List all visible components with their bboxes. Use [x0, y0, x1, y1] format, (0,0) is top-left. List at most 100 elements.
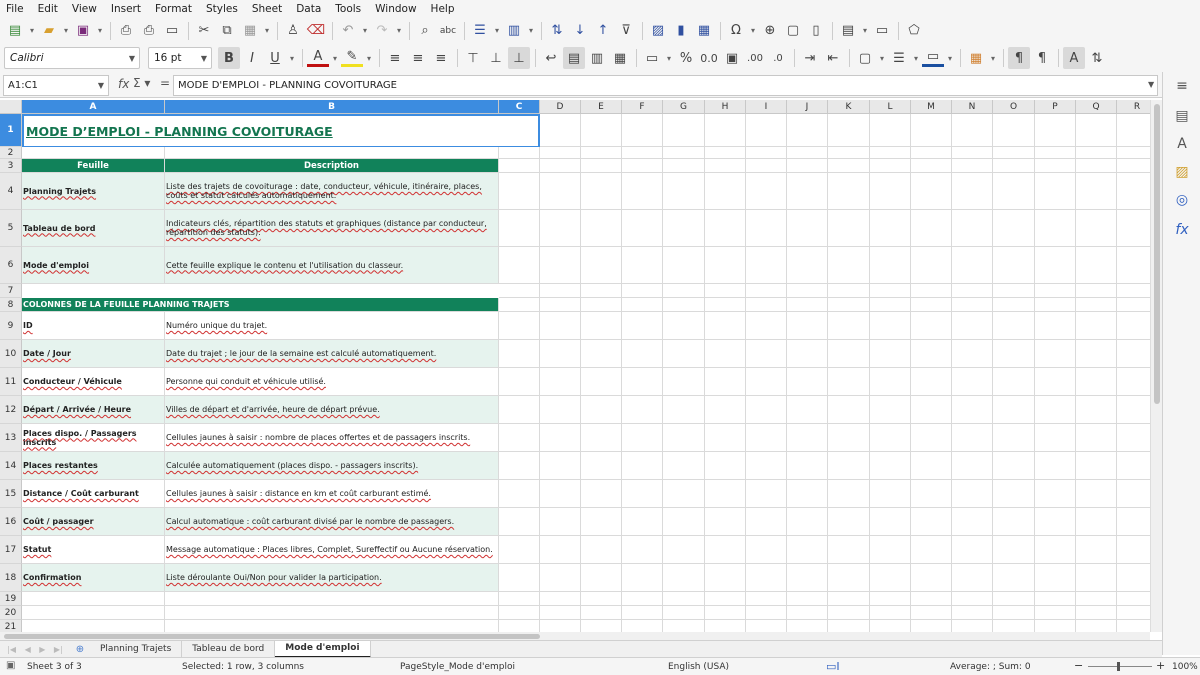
section-header[interactable]: COLONNES DE LA FEUILLE PLANNING TRAJETS	[22, 298, 499, 312]
grid-cell[interactable]	[870, 452, 911, 480]
grid-cell[interactable]	[911, 508, 952, 536]
row-label[interactable]: ID	[22, 312, 165, 340]
grid-cell[interactable]	[663, 114, 705, 147]
zoom-level[interactable]: 100%	[1172, 662, 1198, 672]
grid-cell[interactable]	[1117, 147, 1150, 159]
column-header[interactable]: D	[540, 100, 581, 114]
grid-cell[interactable]	[746, 620, 787, 632]
grid-cell[interactable]	[1035, 298, 1076, 312]
grid-cell[interactable]	[581, 564, 622, 592]
grid-cell[interactable]	[165, 147, 499, 159]
grid-cell[interactable]	[952, 159, 993, 173]
grid-cell[interactable]	[993, 284, 1035, 298]
grid-cell[interactable]	[705, 147, 746, 159]
insert-chart-icon[interactable]: ▮	[670, 20, 692, 42]
grid-cell[interactable]	[622, 114, 663, 147]
grid-cell[interactable]	[1076, 147, 1117, 159]
grid-cell[interactable]	[1076, 368, 1117, 396]
grid-cell[interactable]	[828, 508, 870, 536]
grid-cell[interactable]	[705, 606, 746, 620]
grid-cell[interactable]	[540, 564, 581, 592]
undo-dropdown-icon[interactable]: ▾	[360, 20, 370, 42]
row-header[interactable]: 12	[0, 396, 22, 424]
grid-cell[interactable]	[540, 396, 581, 424]
grid-cell[interactable]	[540, 114, 581, 147]
grid-cell[interactable]	[1076, 564, 1117, 592]
paste-dropdown-icon[interactable]: ▾	[262, 20, 272, 42]
grid-cell[interactable]	[1035, 480, 1076, 508]
grid-cell[interactable]	[911, 284, 952, 298]
grid-cell[interactable]	[663, 452, 705, 480]
copy-icon[interactable]: ⧉	[216, 20, 238, 42]
grid-cell[interactable]	[1076, 312, 1117, 340]
grid-cell[interactable]	[705, 396, 746, 424]
grid-cell[interactable]	[993, 508, 1035, 536]
row-header[interactable]: 18	[0, 564, 22, 592]
grid-cell[interactable]	[705, 508, 746, 536]
row-label[interactable]: Coût / passager	[22, 508, 165, 536]
grid-cell[interactable]	[22, 620, 165, 632]
grid-cell[interactable]	[622, 298, 663, 312]
grid-cell[interactable]	[911, 340, 952, 368]
grid-cell[interactable]	[1117, 210, 1150, 247]
grid-cell[interactable]	[952, 592, 993, 606]
chevron-down-icon[interactable]: ▼	[129, 54, 135, 63]
grid-cell[interactable]	[705, 114, 746, 147]
grid-cell[interactable]	[499, 396, 540, 424]
grid-cell[interactable]	[787, 284, 828, 298]
row-header[interactable]: 16	[0, 508, 22, 536]
navigator-icon[interactable]: ◎	[1172, 190, 1192, 210]
grid-cell[interactable]	[828, 340, 870, 368]
paste-icon[interactable]: ▦	[239, 20, 261, 42]
grid-cell[interactable]	[622, 452, 663, 480]
grid-cell[interactable]	[952, 173, 993, 210]
row-label[interactable]: Date / Jour	[22, 340, 165, 368]
grid-cell[interactable]	[499, 147, 540, 159]
grid-cell[interactable]	[746, 606, 787, 620]
grid-cell[interactable]	[663, 606, 705, 620]
grid-cell[interactable]	[870, 564, 911, 592]
row-header[interactable]: 14	[0, 452, 22, 480]
row-header[interactable]: 13	[0, 424, 22, 452]
grid-cell[interactable]	[581, 114, 622, 147]
grid-cell[interactable]	[952, 340, 993, 368]
grid-cell[interactable]	[622, 284, 663, 298]
grid-cell[interactable]	[1076, 159, 1117, 173]
row-description[interactable]: Personne qui conduit et véhicule utilisé…	[165, 368, 499, 396]
merge-center-icon[interactable]: ▤	[563, 47, 585, 69]
sheet-tab[interactable]: Planning Trajets	[90, 640, 183, 658]
row-header[interactable]: 11	[0, 368, 22, 396]
grid-cell[interactable]	[499, 606, 540, 620]
grid-cell[interactable]	[746, 368, 787, 396]
grid-cell[interactable]	[828, 147, 870, 159]
grid-cell[interactable]	[22, 606, 165, 620]
grid-cell[interactable]	[581, 159, 622, 173]
font-color-dropdown-icon[interactable]: ▾	[330, 47, 340, 69]
number-format-icon[interactable]: 0.0	[698, 47, 720, 69]
grid-cell[interactable]	[1117, 312, 1150, 340]
grid-cell[interactable]	[746, 159, 787, 173]
menu-styles[interactable]: Styles	[199, 3, 245, 15]
grid-cell[interactable]	[870, 298, 911, 312]
row-description[interactable]: Date du trajet ; le jour de la semaine e…	[165, 340, 499, 368]
grid-cell[interactable]	[705, 592, 746, 606]
grid-cell[interactable]	[787, 340, 828, 368]
row-description[interactable]: Calcul automatique : coût carburant divi…	[165, 508, 499, 536]
grid-cell[interactable]	[787, 452, 828, 480]
align-center-icon[interactable]: ≡	[407, 47, 429, 69]
grid-cell[interactable]	[622, 592, 663, 606]
column-icon[interactable]: ▥	[503, 20, 525, 42]
grid-cell[interactable]	[911, 424, 952, 452]
autofilter-icon[interactable]: ⊽	[615, 20, 637, 42]
grid-cell[interactable]	[746, 210, 787, 247]
italic-icon[interactable]: I	[241, 47, 263, 69]
column-header[interactable]: Q	[1076, 100, 1117, 114]
row-header[interactable]: 15	[0, 480, 22, 508]
grid-cell[interactable]	[540, 592, 581, 606]
grid-cell[interactable]	[581, 298, 622, 312]
menu-file[interactable]: File	[0, 3, 31, 15]
menu-window[interactable]: Window	[368, 3, 423, 15]
zoom-out-icon[interactable]: −	[1074, 659, 1083, 672]
grid-cell[interactable]	[911, 114, 952, 147]
grid-cell[interactable]	[746, 424, 787, 452]
